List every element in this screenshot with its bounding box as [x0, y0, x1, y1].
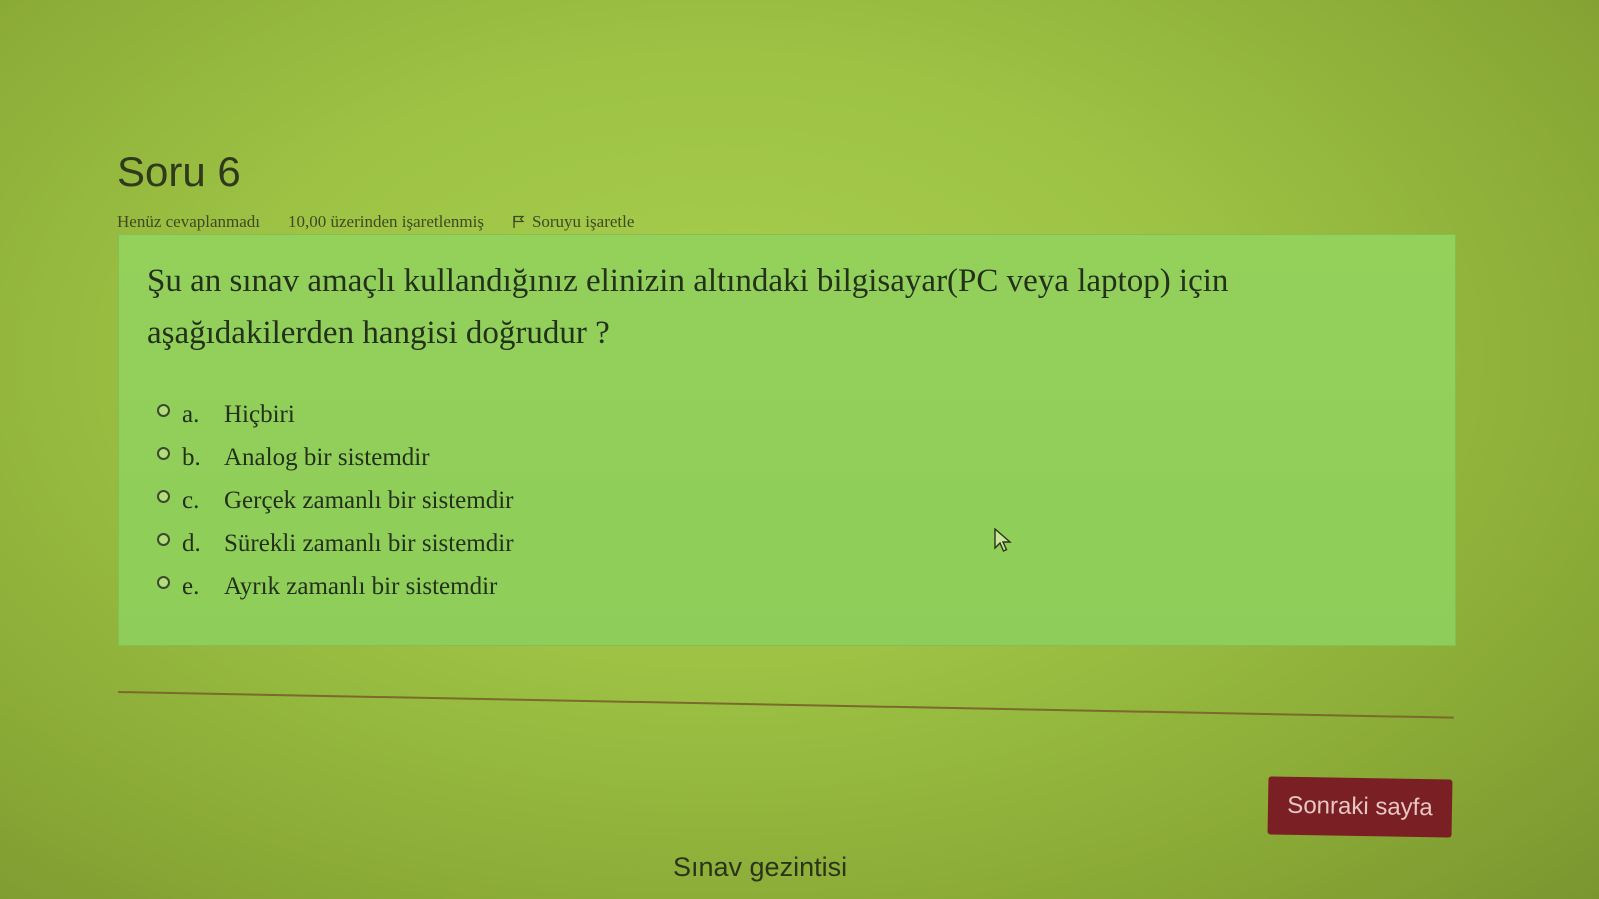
answer-letter: b. — [182, 443, 201, 471]
radio-button[interactable] — [157, 404, 170, 417]
answer-letter: e. — [182, 572, 200, 600]
question-title: Soru 6 — [117, 148, 241, 195]
answer-letter: c. — [182, 486, 200, 514]
flag-question-link[interactable]: Soruyu işaretle — [512, 212, 634, 232]
radio-button[interactable] — [157, 447, 170, 460]
question-status: Henüz cevaplanmadı — [117, 212, 261, 231]
radio-button[interactable] — [157, 490, 170, 503]
next-page-button[interactable]: Sonraki sayfa — [1267, 776, 1453, 838]
radio-button[interactable] — [157, 533, 170, 546]
answer-label: Ayrık zamanlı bir sistemdir — [224, 572, 498, 600]
radio-button[interactable] — [157, 576, 170, 589]
answer-option-d[interactable]: d. Sürekli zamanlı bir sistemdir — [157, 522, 514, 565]
flag-icon — [513, 215, 525, 228]
answer-option-a[interactable]: a. Hiçbiri — [157, 393, 514, 436]
answer-label: Sürekli zamanlı bir sistemdir — [224, 529, 514, 557]
answer-letter: d. — [182, 529, 201, 557]
question-text: Şu an sınav amaçlı kullandığınız elinizi… — [147, 263, 1229, 351]
answer-label: Gerçek zamanlı bir sistemdir — [224, 486, 514, 514]
answer-letter: a. — [182, 400, 200, 428]
quiz-navigation-title: Sınav gezintisi — [673, 852, 848, 882]
cursor-icon — [994, 528, 1012, 552]
question-box: Şu an sınav amaçlı kullandığınız elinizi… — [118, 234, 1456, 646]
answer-label: Analog bir sistemdir — [224, 443, 430, 471]
quiz-page: Soru 6 Henüz cevaplanmadı 10,00 üzerinde… — [0, 0, 1599, 899]
answer-option-e[interactable]: e. Ayrık zamanlı bir sistemdir — [157, 565, 514, 608]
answer-list: a. Hiçbiri b. Analog bir sistemdir c. Ge… — [157, 393, 514, 608]
answer-option-c[interactable]: c. Gerçek zamanlı bir sistemdir — [157, 479, 514, 522]
answer-option-b[interactable]: b. Analog bir sistemdir — [157, 436, 514, 479]
question-marks: 10,00 üzerinden işaretlenmiş — [288, 212, 484, 231]
question-info: Henüz cevaplanmadı 10,00 üzerinden işare… — [117, 212, 634, 232]
answer-label: Hiçbiri — [224, 400, 295, 428]
flag-question-label: Soruyu işaretle — [531, 212, 635, 231]
section-divider — [117, 691, 1454, 719]
